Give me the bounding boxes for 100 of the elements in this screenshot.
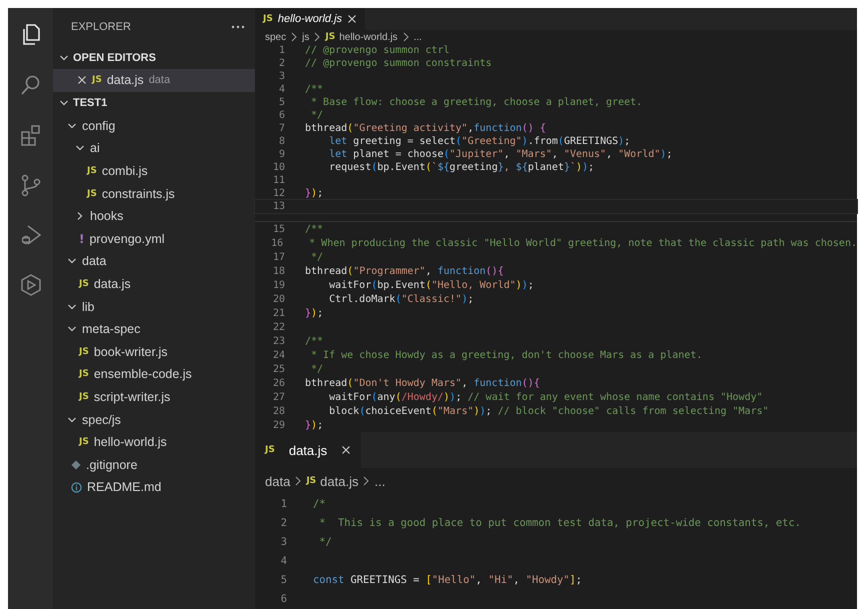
code-line: // @provengo summon ctrl bbox=[305, 45, 450, 56]
info-icon bbox=[71, 482, 82, 493]
folder-item[interactable]: ai bbox=[53, 137, 255, 160]
yaml-file-icon: ! bbox=[79, 232, 84, 246]
file-item[interactable]: JS ensemble-code.js bbox=[53, 363, 255, 386]
line-number: 9 bbox=[278, 149, 285, 160]
line-number: 17 bbox=[272, 252, 285, 262]
line-number: 1 bbox=[278, 45, 285, 56]
code-line: waitFor(any(/Howdy/)); // wait for any event whose name contains "Howdy" bbox=[328, 392, 763, 402]
chevron-icon bbox=[313, 32, 322, 42]
section-header[interactable]: TEST1 bbox=[53, 92, 255, 115]
explorer-title: EXPLORER bbox=[71, 21, 131, 33]
hexagon-icon[interactable] bbox=[18, 273, 42, 297]
line-number: 20 bbox=[272, 294, 285, 304]
file-item[interactable]: JS data.js bbox=[53, 272, 255, 296]
folder-item[interactable]: config bbox=[53, 114, 255, 138]
code-line: bthread("Don't Howdy Mars", function(){ bbox=[305, 378, 540, 388]
file-item[interactable]: JS combi.js bbox=[53, 160, 255, 182]
diamond-icon bbox=[71, 460, 81, 470]
close-icon[interactable] bbox=[77, 75, 87, 86]
chevron-icon bbox=[362, 476, 370, 486]
breadcrumb-item[interactable]: data bbox=[265, 474, 290, 488]
code-line: bthread("Programmer", function(){ bbox=[305, 266, 504, 276]
folder-item[interactable]: meta-spec bbox=[53, 318, 255, 341]
chevron-icon bbox=[294, 476, 302, 486]
folder-item[interactable]: hooks bbox=[53, 204, 255, 228]
file-item[interactable]: JS book-writer.js bbox=[53, 340, 255, 364]
file-item[interactable]: README.md bbox=[53, 476, 255, 499]
line-number: 29 bbox=[272, 420, 285, 430]
js-file-icon: JS bbox=[325, 32, 336, 42]
code-line: bthread("Greeting activity",function() { bbox=[305, 123, 546, 134]
line-number: 12 bbox=[272, 188, 285, 199]
chevron-icon bbox=[290, 32, 298, 42]
tab-title: data.js bbox=[288, 442, 328, 458]
js-file-icon: JS bbox=[79, 346, 89, 357]
folder-item[interactable]: spec/js bbox=[53, 408, 255, 431]
code-line: const GREETINGS = ["Hello", "Hi", "Howdy"]; bbox=[313, 574, 582, 586]
more-icon[interactable] bbox=[231, 25, 245, 29]
line-number: 5 bbox=[280, 574, 287, 586]
close-icon[interactable] bbox=[341, 445, 352, 455]
code-line: * When producing the classic "Hello World" greeting, note that the classic path was chosen. bbox=[308, 238, 857, 248]
js-file-icon: JS bbox=[79, 279, 89, 290]
line-number: 22 bbox=[272, 322, 285, 332]
code-line: * Base flow: choose a greeting, choose a planet, greet. bbox=[310, 97, 642, 108]
code-line: */ bbox=[310, 364, 324, 374]
js-file-icon: JS bbox=[87, 188, 97, 199]
code-line: let planet = choose("Jupiter", "Mars", "Venus", "World"); bbox=[328, 149, 672, 160]
code-line: /** bbox=[305, 84, 324, 95]
breadcrumb-item[interactable]: hello-world.js bbox=[339, 32, 398, 42]
line-number: 25 bbox=[272, 364, 285, 374]
open-editor-item[interactable]: JS data.js data bbox=[53, 69, 255, 92]
breadcrumb-item[interactable]: spec bbox=[265, 32, 286, 42]
file-item[interactable]: .gitignore bbox=[53, 454, 255, 476]
folder-item[interactable]: data bbox=[53, 250, 255, 273]
line-number: 16 bbox=[270, 238, 284, 248]
line-number: 3 bbox=[278, 71, 285, 82]
line-number: 10 bbox=[272, 162, 285, 173]
line-number: 3 bbox=[280, 536, 287, 548]
editor-tab[interactable]: JS data.js bbox=[255, 432, 362, 468]
code-line: block(choiceEvent("Mars")); // block "choose" calls from selecting "Mars" bbox=[328, 406, 769, 416]
code-line: * This is a good place to put common test data, project-wide constants, etc. bbox=[318, 516, 801, 528]
line-number: 11 bbox=[272, 175, 285, 186]
file-item[interactable]: JS script-writer.js bbox=[53, 386, 255, 408]
code-line: }); bbox=[305, 308, 324, 318]
editor-tab[interactable]: JS hello-world.js bbox=[255, 8, 366, 30]
code-line: */ bbox=[310, 252, 324, 262]
folder-hint: data bbox=[148, 74, 170, 86]
folder-item[interactable]: lib bbox=[53, 295, 255, 318]
line-number: 27 bbox=[272, 392, 285, 402]
code-line: }); bbox=[305, 420, 324, 430]
line-number: 4 bbox=[280, 554, 287, 566]
js-file-icon: JS bbox=[79, 369, 89, 380]
code-line: Ctrl.doMark("Classic!"); bbox=[328, 294, 474, 304]
file-item[interactable]: JS constraints.js bbox=[53, 182, 255, 205]
line-number: 13 bbox=[272, 201, 285, 212]
breadcrumb-more[interactable]: ... bbox=[414, 32, 422, 42]
js-file-icon: JS bbox=[79, 437, 89, 448]
extensions-icon[interactable] bbox=[18, 123, 42, 147]
line-number: 6 bbox=[278, 110, 285, 121]
line-number: 8 bbox=[278, 136, 285, 147]
search-icon[interactable] bbox=[18, 73, 42, 97]
line-number: 24 bbox=[272, 350, 285, 360]
breadcrumb-item[interactable]: data.js bbox=[320, 474, 358, 488]
line-number: 19 bbox=[272, 280, 285, 290]
js-file-icon: JS bbox=[265, 445, 275, 455]
line-number: 5 bbox=[278, 97, 285, 108]
chevron-icon bbox=[402, 32, 410, 42]
file-name: data.js bbox=[106, 73, 144, 88]
js-file-icon: JS bbox=[79, 392, 89, 402]
code-line: */ bbox=[318, 536, 332, 548]
breadcrumb-item[interactable]: js bbox=[302, 32, 310, 42]
breadcrumb-more[interactable]: ... bbox=[374, 474, 386, 488]
code-line: /** bbox=[305, 224, 324, 234]
section-header[interactable]: OPEN EDITORS bbox=[53, 46, 255, 69]
file-item[interactable]: JS hello-world.js bbox=[53, 430, 255, 454]
code-line: /* bbox=[313, 498, 326, 510]
close-icon[interactable] bbox=[347, 14, 358, 24]
js-file-icon: JS bbox=[92, 75, 102, 86]
file-item[interactable]: ! provengo.yml bbox=[53, 228, 255, 250]
line-number: 26 bbox=[272, 378, 285, 388]
